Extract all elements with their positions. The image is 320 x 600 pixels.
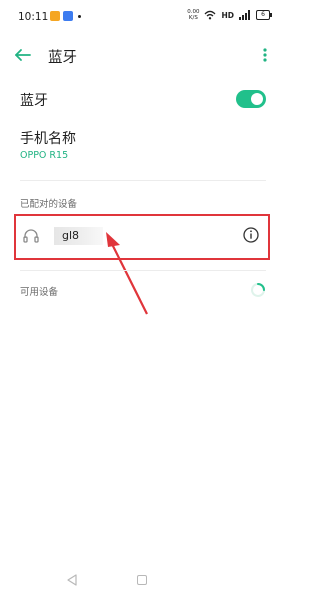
navigation-bar: [0, 566, 286, 596]
more-options-icon[interactable]: [258, 44, 272, 66]
network-speed: 0.00 K/S: [187, 9, 199, 21]
back-arrow-icon[interactable]: [12, 44, 34, 66]
app-notification-icon: [63, 11, 73, 21]
status-time: 10:11: [18, 11, 49, 23]
app-notification-icon: [50, 11, 60, 21]
wifi-icon: [205, 10, 216, 20]
toggle-knob: [251, 93, 263, 105]
available-devices-row: 可用设备: [0, 276, 286, 304]
phone-name-row[interactable]: 手机名称 OPPO R15: [0, 124, 286, 172]
notification-dot-icon: [78, 15, 81, 18]
status-bar: 10:11 0.00 K/S HD 6: [0, 0, 286, 32]
bluetooth-toggle-row[interactable]: 蓝牙: [0, 82, 286, 118]
available-devices-section-title: 可用设备: [20, 287, 59, 298]
divider: [20, 180, 266, 181]
network-speed-unit: K/S: [188, 15, 198, 21]
nav-back-icon[interactable]: [66, 574, 78, 586]
hd-label: HD: [221, 10, 234, 20]
phone-name-label: 手机名称: [20, 131, 76, 147]
loading-spinner-icon: [251, 283, 265, 297]
battery-icon: 6: [256, 10, 272, 20]
page-title: 蓝牙: [48, 50, 77, 66]
highlight-box: [14, 214, 270, 260]
phone-name-value: OPPO R15: [20, 150, 69, 161]
bluetooth-toggle[interactable]: [236, 90, 266, 108]
bluetooth-label: 蓝牙: [20, 93, 48, 109]
divider: [20, 270, 266, 271]
app-header: 蓝牙: [0, 38, 286, 72]
paired-devices-section-title: 已配对的设备: [20, 199, 78, 210]
nav-home-icon[interactable]: [137, 575, 147, 585]
signal-icon: [239, 10, 250, 20]
